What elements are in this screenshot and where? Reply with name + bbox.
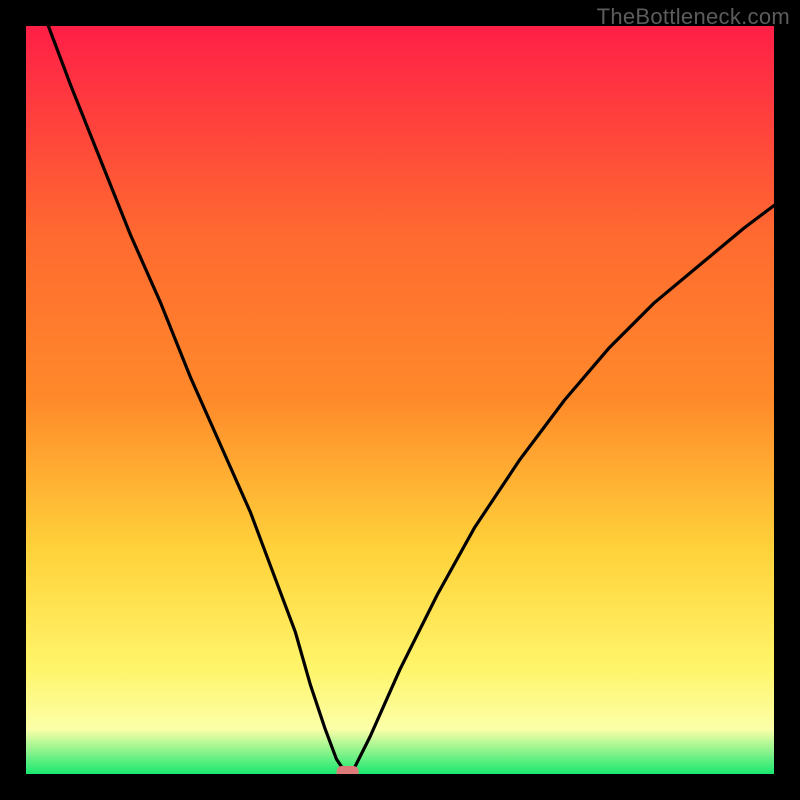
chart-frame: TheBottleneck.com <box>0 0 800 800</box>
bottleneck-chart <box>26 26 774 774</box>
plot-area <box>26 26 774 774</box>
gradient-background <box>26 26 774 774</box>
optimum-marker <box>337 766 359 774</box>
